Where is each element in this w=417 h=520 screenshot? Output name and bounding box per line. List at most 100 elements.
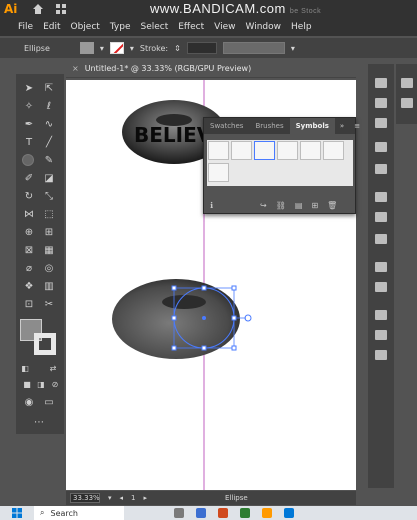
transparency-panel-icon[interactable] xyxy=(375,234,387,244)
artboard-tool-icon[interactable]: ⊡ xyxy=(22,298,36,312)
taskbar-app-icon[interactable] xyxy=(196,508,206,518)
type-tool-icon[interactable]: T xyxy=(22,136,36,150)
fill-dropdown-icon[interactable]: ▾ xyxy=(100,44,104,53)
stroke-weight-dropdown[interactable] xyxy=(186,42,217,54)
menu-effect[interactable]: Effect xyxy=(178,22,204,32)
taskbar-illustrator-icon[interactable] xyxy=(262,508,272,518)
stroke-label[interactable]: Stroke: xyxy=(140,44,168,53)
taskbar-search[interactable]: ⌕ Search xyxy=(34,506,124,520)
taskbar-app-icon[interactable] xyxy=(284,508,294,518)
menu-type[interactable]: Type xyxy=(110,22,131,32)
graph-tool-icon[interactable]: ▥ xyxy=(42,280,56,294)
color-mode-icon[interactable]: ■ xyxy=(20,378,34,392)
symbol-item[interactable] xyxy=(323,141,344,160)
stroke-stepper-icon[interactable]: ⇕ xyxy=(174,44,181,53)
gradient-panel-icon[interactable] xyxy=(375,212,387,222)
workspace-grid-icon[interactable] xyxy=(56,4,66,14)
draw-mode-icon[interactable]: ◉ xyxy=(22,396,36,410)
stroke-swatch[interactable] xyxy=(34,333,56,355)
zoom-dropdown-icon[interactable]: ▾ xyxy=(108,494,112,502)
next-artboard-icon[interactable]: ▸ xyxy=(144,494,148,502)
new-symbol-icon[interactable]: ⊞ xyxy=(311,201,318,210)
default-colors-icon[interactable]: ◧ xyxy=(18,362,32,376)
shaper-tool-icon[interactable]: ✐ xyxy=(22,172,36,186)
symbol-sprayer-tool-icon[interactable]: ❖ xyxy=(22,280,36,294)
color-guide-icon[interactable] xyxy=(401,98,413,108)
menu-help[interactable]: Help xyxy=(291,22,312,32)
symbol-item[interactable] xyxy=(231,141,252,160)
gradient-tool-icon[interactable]: ▦ xyxy=(42,244,56,258)
perspective-grid-tool-icon[interactable]: ⊞ xyxy=(42,226,56,240)
symbol-options-icon[interactable]: ▤ xyxy=(295,201,303,210)
stroke-dropdown-icon[interactable]: ▾ xyxy=(130,44,134,53)
ellipse-tool-icon[interactable] xyxy=(22,154,34,166)
menu-object[interactable]: Object xyxy=(71,22,100,32)
fill-color-swatch[interactable] xyxy=(79,42,94,54)
prev-artboard-icon[interactable]: ◂ xyxy=(120,494,124,502)
tab-swatches[interactable]: Swatches xyxy=(204,118,249,134)
symbol-libraries-icon[interactable]: ℹ xyxy=(210,201,213,210)
align-panel-icon[interactable] xyxy=(375,350,387,360)
lasso-tool-icon[interactable]: ℓ xyxy=(42,100,56,114)
menu-select[interactable]: Select xyxy=(140,22,168,32)
taskbar-app-icon[interactable] xyxy=(218,508,228,518)
brush-panel-icon[interactable] xyxy=(375,142,387,152)
shape-builder-tool-icon[interactable]: ⊕ xyxy=(22,226,36,240)
menu-file[interactable]: File xyxy=(18,22,33,32)
layers-icon[interactable] xyxy=(375,98,387,108)
paintbrush-tool-icon[interactable]: ✎ xyxy=(42,154,56,168)
taskbar-app-icon[interactable] xyxy=(174,508,184,518)
direct-selection-tool-icon[interactable]: ⇱ xyxy=(42,82,56,96)
symbol-item[interactable] xyxy=(300,141,321,160)
symbol-item[interactable] xyxy=(208,163,229,182)
curvature-tool-icon[interactable]: ∿ xyxy=(42,118,56,132)
artboards-panel-icon[interactable] xyxy=(375,330,387,340)
variable-width-profile[interactable] xyxy=(222,42,285,54)
mesh-tool-icon[interactable]: ⊠ xyxy=(22,244,36,258)
pen-tool-icon[interactable]: ✒ xyxy=(22,118,36,132)
artboard-number[interactable]: 1 xyxy=(131,494,135,502)
eraser-tool-icon[interactable]: ◪ xyxy=(42,172,56,186)
place-symbol-icon[interactable]: ↪ xyxy=(260,201,267,210)
windows-start-icon[interactable] xyxy=(10,506,24,520)
free-transform-tool-icon[interactable]: ⬚ xyxy=(42,208,56,222)
edit-toolbar-icon[interactable]: ⋯ xyxy=(32,416,46,430)
slice-tool-icon[interactable]: ✂ xyxy=(42,298,56,312)
symbols-panel-icon[interactable] xyxy=(375,164,387,174)
eyedropper-tool-icon[interactable]: ⌀ xyxy=(22,262,36,276)
zoom-level-field[interactable]: 33.33% xyxy=(70,493,100,503)
brush-dropdown-icon[interactable]: ▾ xyxy=(291,44,295,53)
close-document-icon[interactable]: × xyxy=(72,64,79,73)
screen-mode-icon[interactable]: ▭ xyxy=(42,396,56,410)
fill-stroke-widget[interactable] xyxy=(20,319,58,355)
panel-collapse-icon[interactable]: » xyxy=(335,118,349,134)
color-panel-icon[interactable] xyxy=(401,78,413,88)
blend-tool-icon[interactable]: ◎ xyxy=(42,262,56,276)
menu-view[interactable]: View xyxy=(214,22,235,32)
swap-colors-icon[interactable]: ⇄ xyxy=(46,362,60,376)
libraries-icon[interactable] xyxy=(375,118,387,128)
rotate-tool-icon[interactable]: ↻ xyxy=(22,190,36,204)
delete-symbol-icon[interactable]: 🗑 xyxy=(327,201,337,210)
menu-window[interactable]: Window xyxy=(246,22,282,32)
none-mode-icon[interactable]: ⊘ xyxy=(48,378,62,392)
panel-menu-icon[interactable]: ≡ xyxy=(349,118,365,134)
stroke-color-swatch[interactable] xyxy=(109,42,124,54)
taskbar-app-icon[interactable] xyxy=(240,508,250,518)
stroke-panel-icon[interactable] xyxy=(375,192,387,202)
tab-brushes[interactable]: Brushes xyxy=(249,118,289,134)
home-icon[interactable] xyxy=(32,3,44,15)
symbol-item[interactable] xyxy=(277,141,298,160)
symbol-item[interactable] xyxy=(254,141,275,160)
scale-tool-icon[interactable]: ⤡ xyxy=(42,190,56,204)
properties-icon[interactable] xyxy=(375,78,387,88)
layers-panel-icon[interactable] xyxy=(375,310,387,320)
graphic-styles-icon[interactable] xyxy=(375,282,387,292)
document-tab[interactable]: × Untitled-1* @ 33.33% (RGB/GPU Preview) xyxy=(66,60,356,78)
gradient-mode-icon[interactable]: ◨ xyxy=(34,378,48,392)
width-tool-icon[interactable]: ⋈ xyxy=(22,208,36,222)
tab-symbols[interactable]: Symbols xyxy=(289,118,335,134)
selection-tool-icon[interactable]: ➤ xyxy=(22,82,36,96)
magic-wand-tool-icon[interactable]: ✧ xyxy=(22,100,36,114)
appearance-panel-icon[interactable] xyxy=(375,262,387,272)
